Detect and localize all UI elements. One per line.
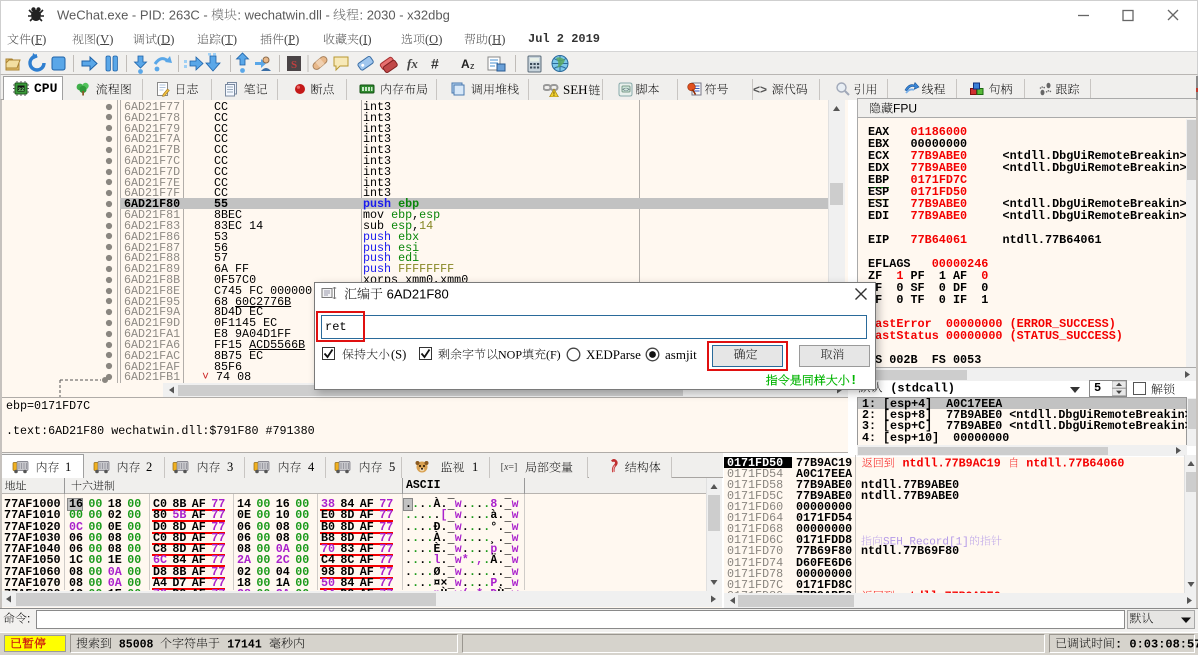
svg-text:fx: fx <box>407 56 418 71</box>
svg-text:<>: <> <box>753 83 767 97</box>
svg-text:S: S <box>291 59 297 71</box>
svg-text:!: ! <box>553 91 555 97</box>
svg-text:<>: <> <box>622 87 630 94</box>
svg-text:A: A <box>461 57 470 71</box>
svg-text:z: z <box>470 61 475 71</box>
svg-text:#: # <box>431 56 439 72</box>
svg-text:32: 32 <box>18 86 25 93</box>
svg-text:[x=]: [x=] <box>501 462 518 473</box>
